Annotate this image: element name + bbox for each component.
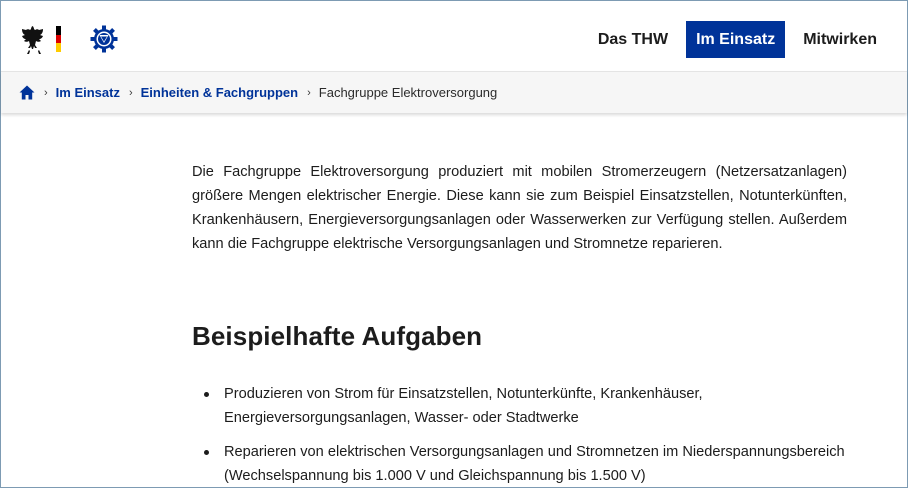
federal-eagle-icon[interactable] (20, 25, 48, 55)
breadcrumb-current: Fachgruppe Elektroversorgung (318, 85, 498, 100)
chevron-right-icon: › (307, 86, 311, 99)
chevron-right-icon: › (44, 86, 48, 99)
chevron-right-icon: › (128, 86, 133, 99)
thw-logo-icon[interactable] (90, 25, 118, 53)
list-item: Produzieren von Strom für Einsatzstellen… (192, 382, 847, 430)
list-item: Reparieren von elektrischen Versorgungsa… (192, 440, 847, 488)
section-title: Beispielhafte Aufgaben (192, 321, 483, 351)
breadcrumb-link-einheiten[interactable]: Einheiten & Fachgruppen (141, 85, 298, 100)
nav-mitwirken[interactable]: Mitwirken (793, 21, 887, 58)
intro-paragraph: Die Fachgruppe Elektroversorgung produzi… (192, 164, 847, 252)
nav-im-einsatz[interactable]: Im Einsatz (686, 21, 786, 58)
main-nav: Das THW Im Einsatz Mitwirken (588, 21, 887, 58)
task-list: Produzieren von Strom für Einsatzstellen… (192, 382, 847, 488)
breadcrumb: › Im Einsatz › Einheiten & Fachgruppen ›… (1, 71, 907, 113)
german-flag-icon (56, 26, 61, 52)
home-icon[interactable] (19, 85, 35, 100)
nav-das-thw[interactable]: Das THW (588, 21, 678, 58)
main-content: Die Fachgruppe Elektroversorgung produzi… (192, 160, 847, 488)
site-header: Das THW Im Einsatz Mitwirken (1, 1, 907, 71)
breadcrumb-link-im-einsatz[interactable]: Im Einsatz (56, 85, 120, 100)
